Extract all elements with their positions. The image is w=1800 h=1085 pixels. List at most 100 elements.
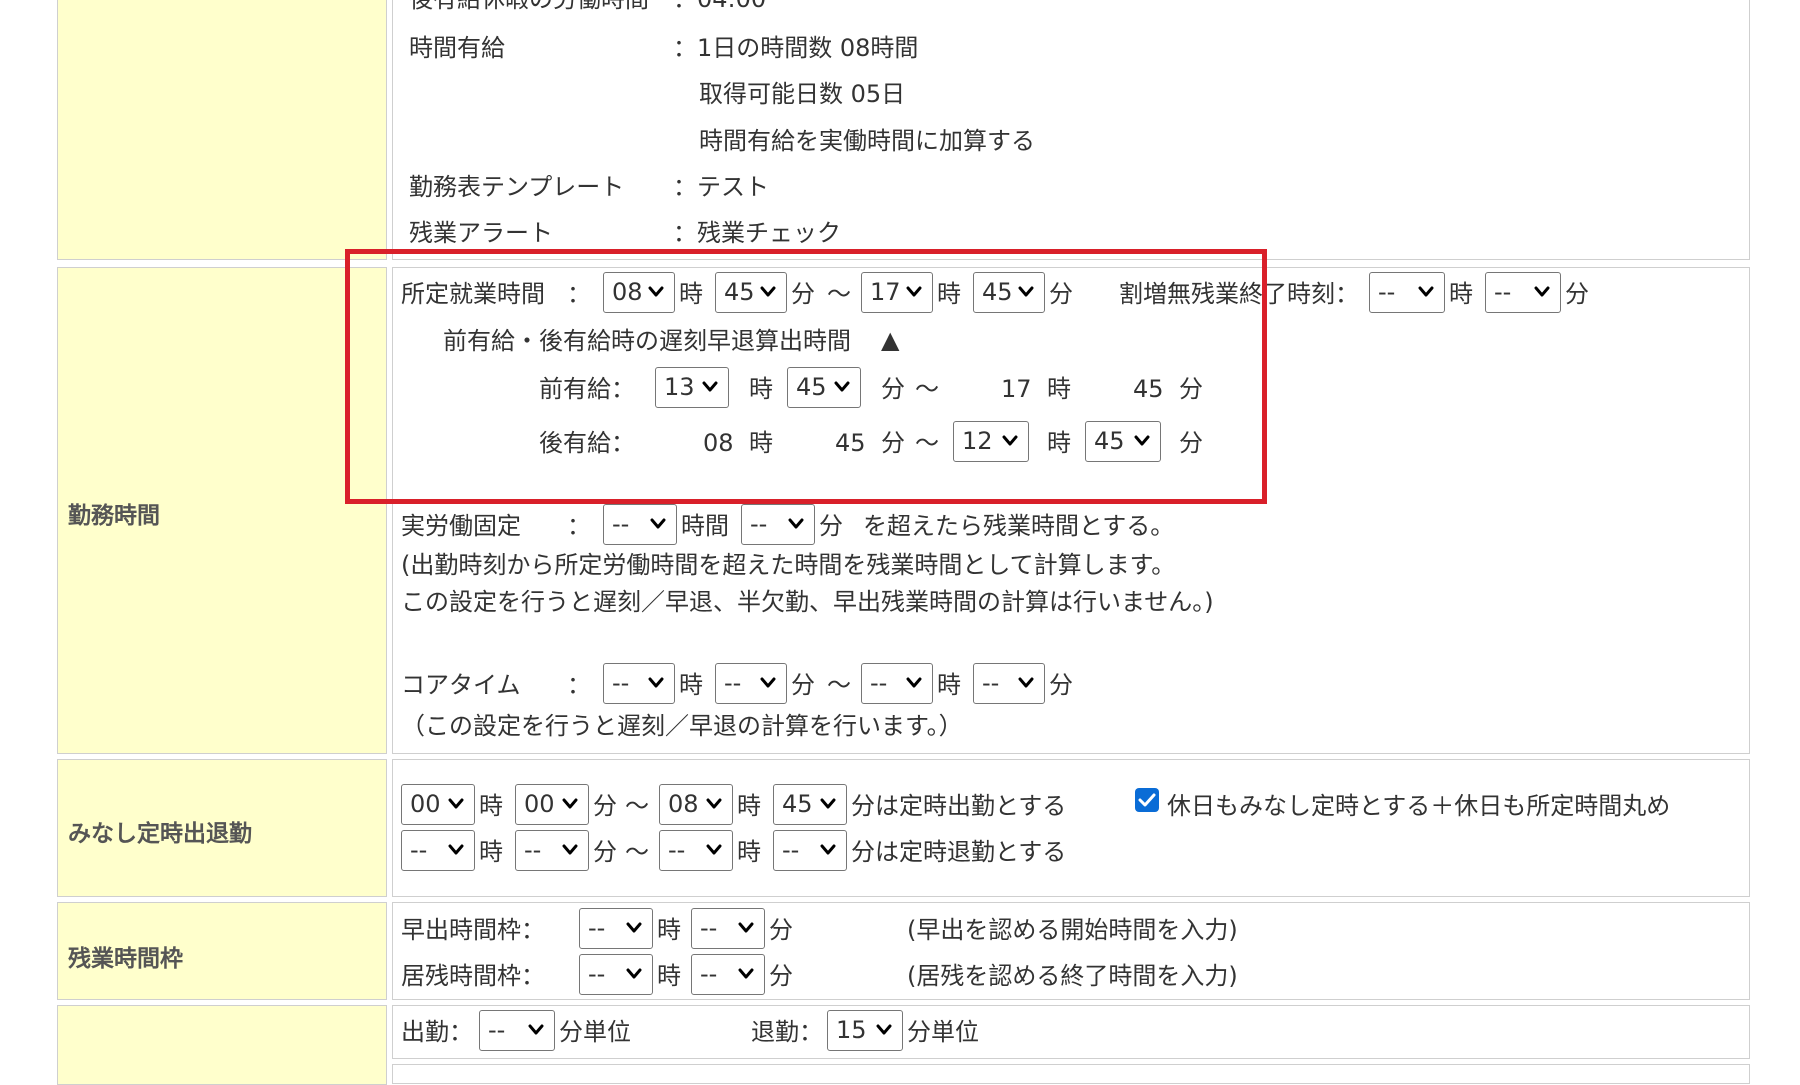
deemed-in-start-min-select[interactable]: 00 <box>515 784 589 825</box>
rounding-content: 出勤： -- 分単位 退勤： 15 分単位 <box>392 1005 1750 1059</box>
select-value: -- <box>982 669 1000 697</box>
chevron-down-icon <box>820 798 836 809</box>
clock-in-rounding-select[interactable]: -- <box>479 1010 555 1051</box>
deemed-in-suffix: 分は定時出勤とする <box>851 792 1067 820</box>
chevron-down-icon <box>738 968 754 979</box>
info-label: 後有給休暇の労働時間 <box>409 0 649 11</box>
info-label: 勤務表テンプレート <box>409 173 625 201</box>
rounding-unit: 分単位 <box>907 1018 979 1046</box>
early-frame-label: 早出時間枠： <box>401 916 545 944</box>
min-unit: 分 <box>819 512 843 540</box>
overtime-frame-content: 早出時間枠： -- 時 -- 分 (早出を認める開始時間を入力) -- 居残時間… <box>392 902 1750 1000</box>
fixed-actual-min-select[interactable]: -- <box>741 504 815 545</box>
info-value: ：残業チェック <box>673 219 841 247</box>
chevron-down-icon <box>1534 286 1550 297</box>
chevron-down-icon <box>876 1024 892 1035</box>
late-frame-min-select[interactable]: -- <box>691 954 765 995</box>
hour-unit: 時 <box>479 838 503 866</box>
tilde: ～ <box>625 838 649 866</box>
info-value: ：1日の時間数 08時間 <box>673 34 919 62</box>
select-value: -- <box>700 960 718 988</box>
select-value: -- <box>782 836 800 864</box>
select-value: -- <box>612 669 630 697</box>
chevron-down-icon <box>626 968 642 979</box>
chevron-down-icon <box>1418 286 1434 297</box>
deemed-out-start-hour-select[interactable]: -- <box>401 830 475 871</box>
select-value: -- <box>588 960 606 988</box>
min-unit: 分 <box>769 916 793 944</box>
holiday-deemed-checkbox[interactable] <box>1135 788 1159 812</box>
chevron-down-icon <box>562 844 578 855</box>
min-unit: 分 <box>1565 280 1589 308</box>
early-frame-min-select[interactable]: -- <box>691 908 765 949</box>
select-value: -- <box>410 836 428 864</box>
clock-out-rounding-select[interactable]: 15 <box>827 1010 903 1051</box>
colon: ： <box>567 512 591 540</box>
info-label: 時間有給 <box>409 34 505 62</box>
tilde: ～ <box>827 671 851 699</box>
select-value: -- <box>700 914 718 942</box>
hours-unit: 時間 <box>681 512 729 540</box>
core-end-hour-select[interactable]: -- <box>861 663 933 704</box>
late-frame-label: 居残時間枠： <box>401 962 545 990</box>
core-end-min-select[interactable]: -- <box>973 663 1045 704</box>
chevron-down-icon <box>1018 677 1034 688</box>
min-unit: 分 <box>791 671 815 699</box>
select-value: 00 <box>410 790 441 818</box>
chevron-down-icon <box>738 922 754 933</box>
hour-unit: 時 <box>479 792 503 820</box>
core-start-hour-select[interactable]: -- <box>603 663 675 704</box>
fixed-actual-note-1: (出勤時刻から所定労働時間を超えた時間を残業時間として計算します。 <box>401 551 1176 579</box>
core-time-note: （この設定を行うと遅刻／早退の計算を行います。） <box>401 712 963 740</box>
fixed-actual-hours-select[interactable]: -- <box>603 504 677 545</box>
deemed-out-end-min-select[interactable]: -- <box>773 830 847 871</box>
chevron-down-icon <box>760 677 776 688</box>
chevron-down-icon <box>448 844 464 855</box>
tilde: ～ <box>625 792 649 820</box>
deemed-out-end-hour-select[interactable]: -- <box>659 830 733 871</box>
deemed-in-start-hour-select[interactable]: 00 <box>401 784 475 825</box>
chevron-down-icon <box>706 798 722 809</box>
hour-unit: 時 <box>679 671 703 699</box>
deemed-in-end-min-select[interactable]: 45 <box>773 784 847 825</box>
info-value: ：04:00 <box>673 0 766 11</box>
fixed-actual-note-2: この設定を行うと遅刻／早退、半欠勤、早出残業時間の計算は行いません。) <box>401 588 1214 616</box>
hour-unit: 時 <box>737 792 761 820</box>
select-value: -- <box>488 1016 506 1044</box>
checkmark-icon <box>1138 793 1156 807</box>
holiday-deemed-label: 休日もみなし定時とする＋休日も所定時間丸め <box>1167 792 1671 820</box>
info-label: 残業アラート <box>409 219 553 247</box>
next-row-content <box>392 1064 1750 1084</box>
chevron-down-icon <box>788 518 804 529</box>
rounding-unit: 分単位 <box>559 1018 631 1046</box>
select-value: -- <box>524 836 542 864</box>
no-premium-hour-select[interactable]: -- <box>1369 272 1445 313</box>
hour-unit: 時 <box>737 838 761 866</box>
overtime-frame-label-cell: 残業時間枠 <box>57 902 387 1000</box>
chevron-down-icon <box>528 1024 544 1035</box>
info-value: 時間有給を実働時間に加算する <box>699 127 1035 155</box>
hour-unit: 時 <box>1449 280 1473 308</box>
min-unit: 分 <box>1049 671 1073 699</box>
chevron-down-icon <box>906 677 922 688</box>
late-frame-hour-select[interactable]: -- <box>579 954 653 995</box>
deemed-in-end-hour-select[interactable]: 08 <box>659 784 733 825</box>
chevron-down-icon <box>562 798 578 809</box>
early-frame-hour-select[interactable]: -- <box>579 908 653 949</box>
late-frame-note: (居残を認める終了時間を入力) <box>907 962 1238 990</box>
chevron-down-icon <box>648 677 664 688</box>
clock-in-rounding-label: 出勤： <box>401 1018 473 1046</box>
deemed-out-start-min-select[interactable]: -- <box>515 830 589 871</box>
core-start-min-select[interactable]: -- <box>715 663 787 704</box>
no-premium-min-select[interactable]: -- <box>1485 272 1561 313</box>
highlight-box <box>345 249 1267 504</box>
select-value: -- <box>750 510 768 538</box>
select-value: 15 <box>836 1016 867 1044</box>
select-value: 08 <box>668 790 699 818</box>
colon: ： <box>567 671 591 699</box>
select-value: -- <box>870 669 888 697</box>
work-time-label: 勤務時間 <box>68 503 160 529</box>
select-value: -- <box>724 669 742 697</box>
deemed-out-suffix: 分は定時退勤とする <box>851 838 1067 866</box>
select-value: -- <box>1494 278 1512 306</box>
